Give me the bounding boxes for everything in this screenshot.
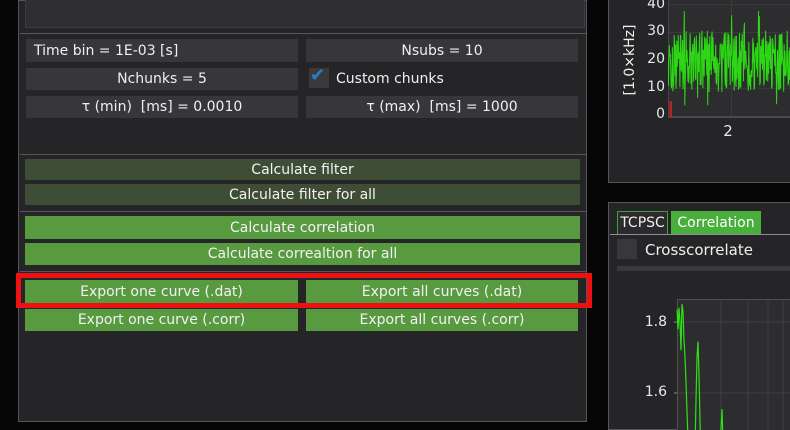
crosscorrelate-label: Crosscorrelate (645, 241, 753, 259)
calculate-correlation-button[interactable]: Calculate correlation (25, 216, 580, 239)
nsubs-field[interactable]: Nsubs = 10 (306, 39, 578, 62)
export-one-corr-button[interactable]: Export one curve (.corr) (25, 309, 298, 331)
x-tick-2: 2 (720, 122, 736, 140)
separator (20, 271, 586, 272)
calculate-filter-all-button[interactable]: Calculate filter for all (25, 184, 580, 205)
y-tick-20: 20 (629, 52, 665, 66)
tau-min-field[interactable]: τ (min) [ms] = 0.0010 (26, 96, 298, 118)
intensity-trace-plot[interactable] (668, 0, 790, 118)
separator (20, 211, 586, 212)
y-tick-30: 30 (629, 24, 665, 38)
top-widget-partial (25, 0, 585, 28)
y-tick-40: 40 (629, 0, 665, 11)
correlation-panel: TCPSC Correlation Crosscorrelate 1.8 1.6 (608, 202, 790, 430)
time-bin-field[interactable]: Time bin = 1E-03 [s] (26, 39, 298, 62)
y-tick-10: 10 (629, 80, 665, 94)
custom-chunks-checkbox[interactable]: ✔ (309, 68, 329, 88)
calculate-correlation-all-button[interactable]: Calculate correaltion for all (25, 243, 580, 265)
tab-underline (610, 234, 790, 235)
calculate-filter-button[interactable]: Calculate filter (25, 159, 580, 180)
export-one-dat-button[interactable]: Export one curve (.dat) (25, 280, 298, 303)
nchunks-field[interactable]: Nchunks = 5 (26, 68, 298, 90)
separator (20, 33, 586, 34)
tau-max-field[interactable]: τ (max) [ms] = 1000 (306, 96, 578, 118)
intensity-plot-panel: [1.0×kHz] 40 30 20 10 0 2 (608, 0, 790, 183)
parameter-panel: Time bin = 1E-03 [s] Nsubs = 10 Nchunks … (18, 0, 587, 422)
separator (20, 154, 586, 155)
check-icon: ✔ (310, 65, 325, 86)
correlation-curve-plot[interactable] (673, 299, 790, 430)
tab-correlation[interactable]: Correlation (671, 211, 761, 234)
tab-tcpsc[interactable]: TCPSC (617, 211, 668, 234)
export-all-corr-button[interactable]: Export all curves (.corr) (306, 309, 578, 331)
crosscorrelate-checkbox[interactable] (617, 239, 637, 259)
custom-chunks-label: Custom chunks (336, 70, 444, 88)
export-all-dat-button[interactable]: Export all curves (.dat) (306, 280, 578, 303)
y-tick-0: 0 (629, 107, 665, 121)
red-cursor-marker (670, 101, 673, 117)
plot-widget-edge (617, 266, 790, 271)
y-tick-1.6: 1.6 (639, 385, 667, 399)
y-tick-1.8: 1.8 (639, 315, 667, 329)
